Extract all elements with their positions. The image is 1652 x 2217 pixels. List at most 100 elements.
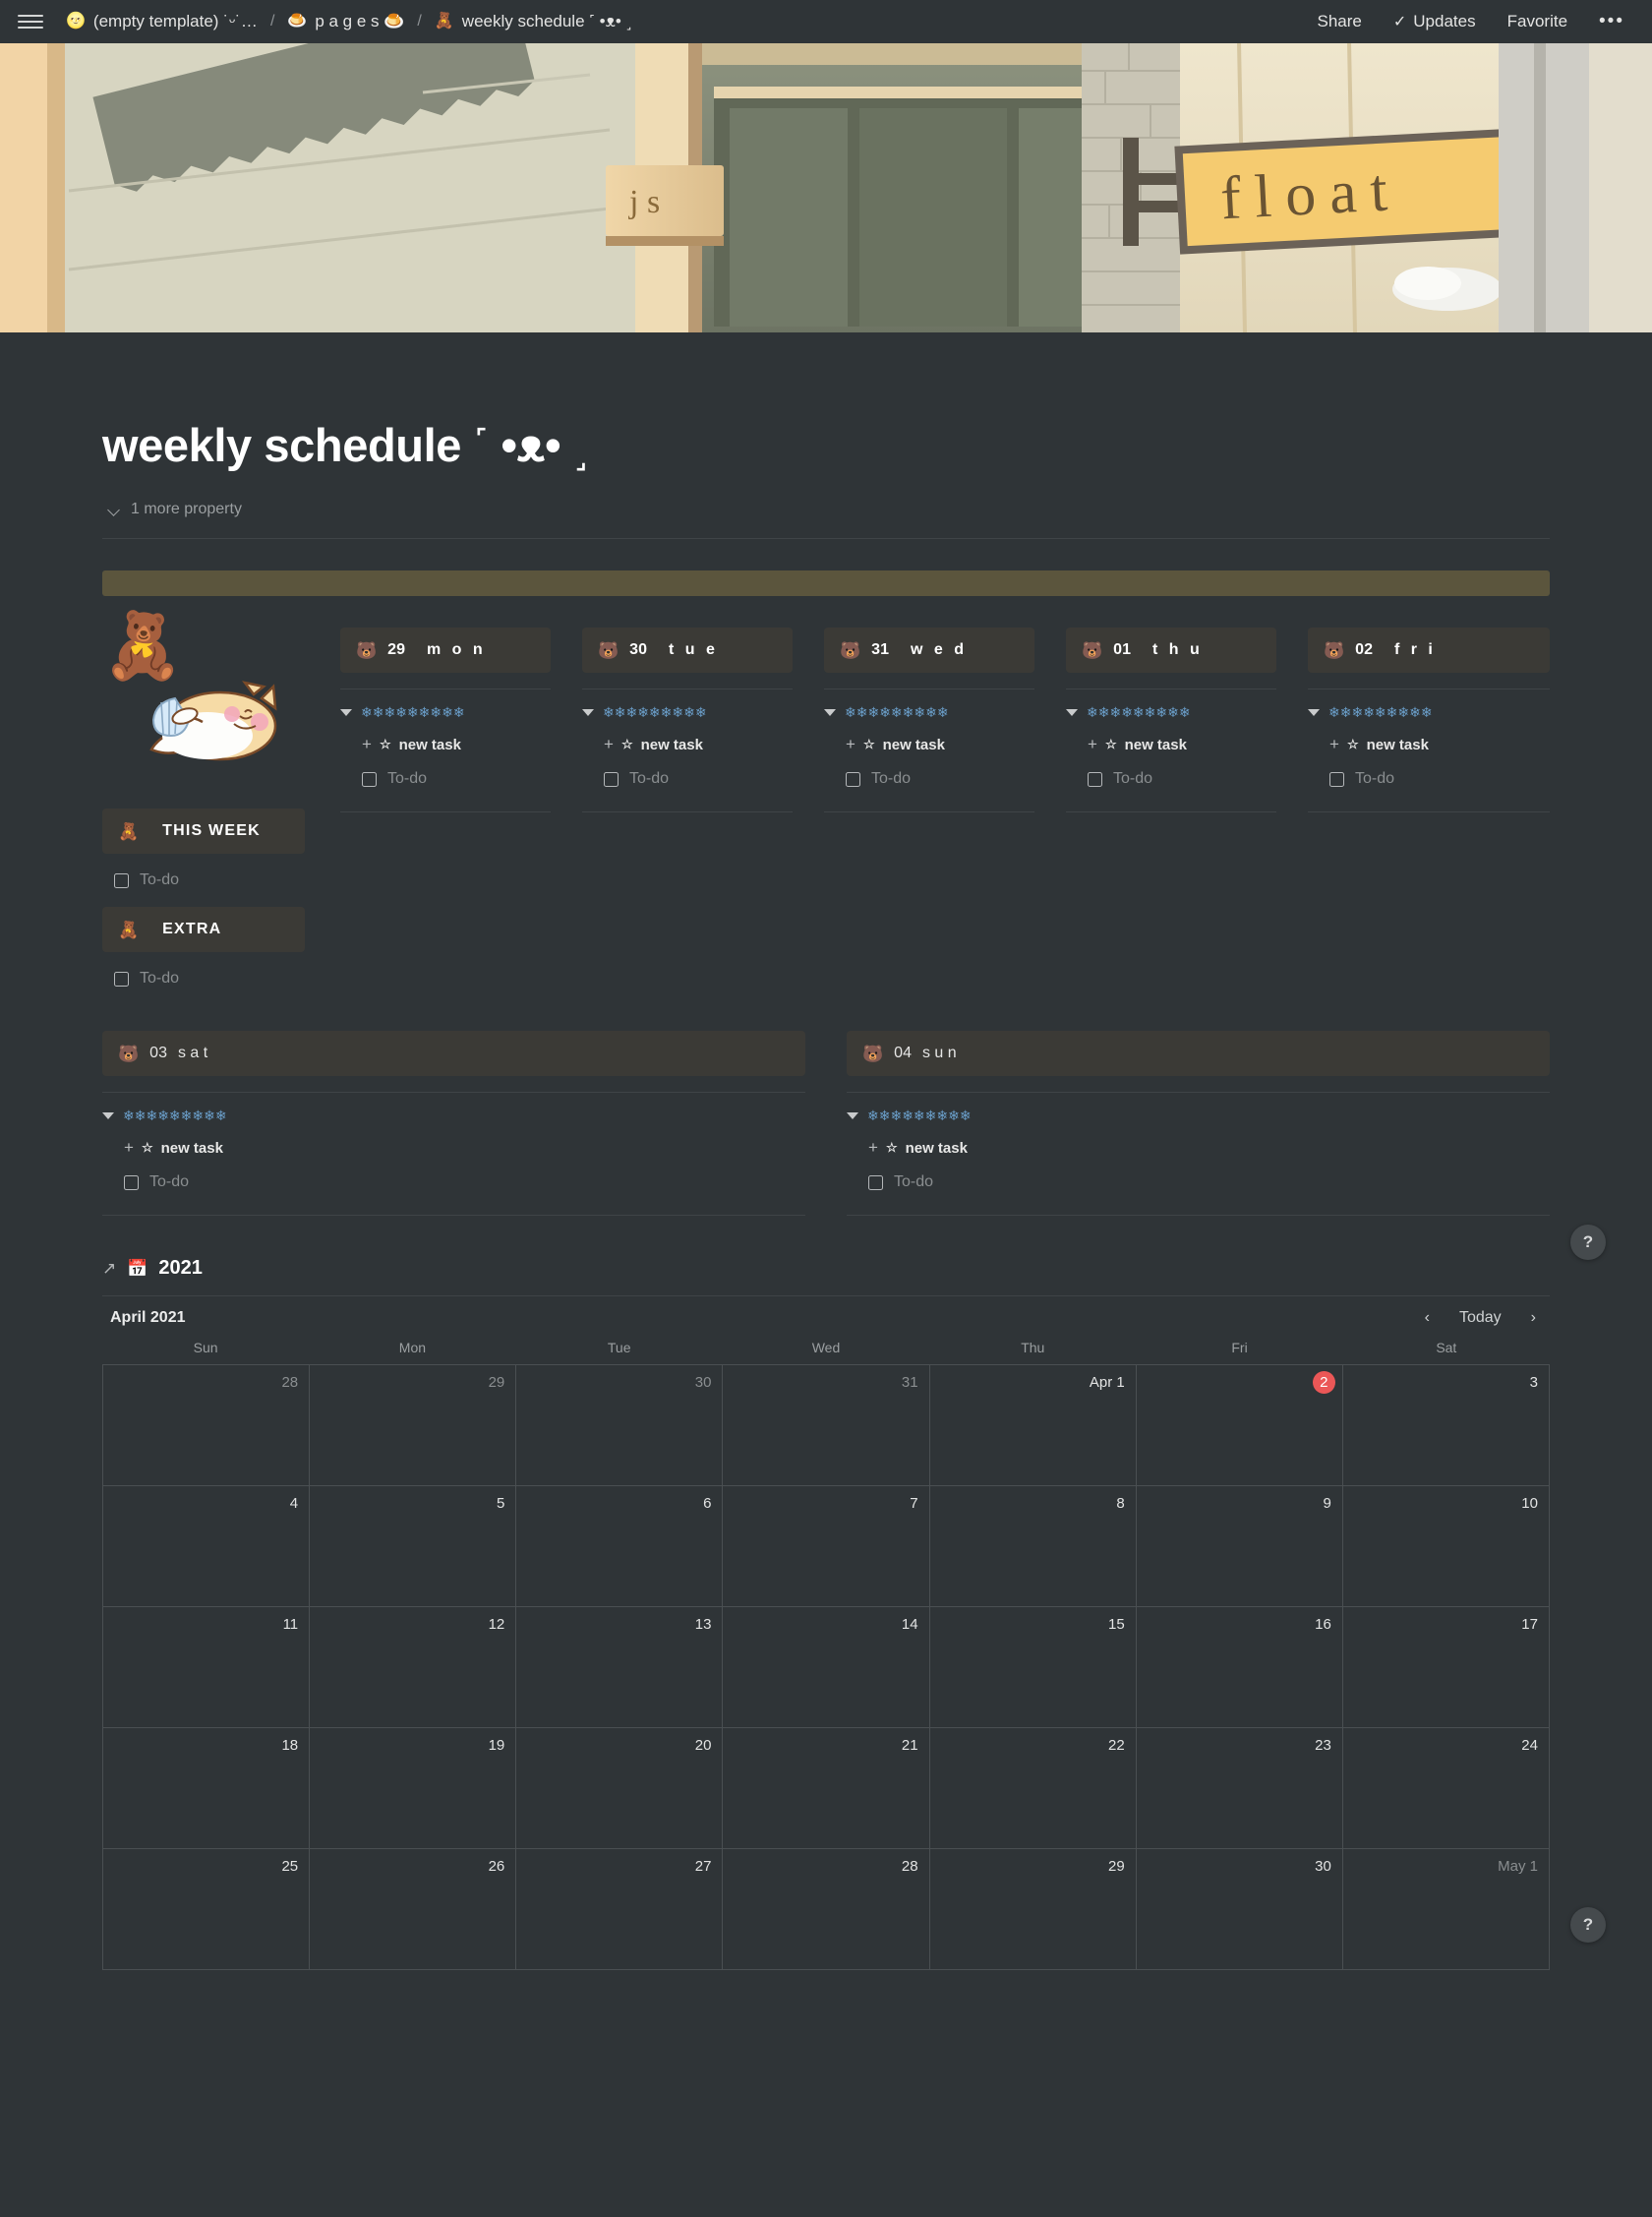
calendar-day-cell[interactable]: 8 bbox=[929, 1486, 1137, 1608]
day-header-sun[interactable]: 🐻 04 s u n bbox=[847, 1031, 1550, 1077]
section-this-week[interactable]: 🧸 THIS WEEK bbox=[102, 809, 305, 855]
triangle-toggle-icon[interactable] bbox=[824, 709, 836, 717]
breadcrumb-item-0[interactable]: 🌝 (empty template) ˙ᵕ˙… bbox=[59, 9, 265, 34]
new-task-button[interactable]: + ☆ new task bbox=[124, 1138, 805, 1158]
page-title[interactable]: weekly schedule ˹ •ᴥ• ˼ bbox=[102, 332, 1550, 472]
todo-item[interactable]: To-do bbox=[604, 770, 793, 788]
day-toggle-row[interactable]: ❄❄❄❄❄❄❄❄❄ bbox=[824, 704, 1034, 721]
todo-checkbox[interactable] bbox=[114, 971, 129, 987]
triangle-toggle-icon[interactable] bbox=[582, 709, 594, 717]
sidebar-toggle-icon[interactable] bbox=[18, 9, 43, 34]
new-task-button[interactable]: + ☆ new task bbox=[1329, 735, 1550, 754]
this-week-todo-item[interactable]: To-do bbox=[114, 871, 323, 889]
calendar-day-cell[interactable]: Apr 1 bbox=[929, 1365, 1137, 1487]
calendar-day-cell[interactable]: 28 bbox=[723, 1849, 930, 1971]
calendar-day-cell[interactable]: 7 bbox=[723, 1486, 930, 1608]
triangle-toggle-icon[interactable] bbox=[847, 1112, 858, 1120]
calendar-day-cell[interactable]: 14 bbox=[723, 1607, 930, 1729]
calendar-day-cell[interactable]: 25 bbox=[103, 1849, 311, 1971]
calendar-day-cell[interactable]: 24 bbox=[1342, 1728, 1550, 1850]
todo-item[interactable]: To-do bbox=[1088, 770, 1276, 788]
more-properties-toggle[interactable]: 1 more property bbox=[102, 497, 248, 522]
new-task-button[interactable]: + ☆ new task bbox=[362, 735, 551, 754]
day-toggle-row[interactable]: ❄❄❄❄❄❄❄❄❄ bbox=[1308, 704, 1550, 721]
calendar-day-cell[interactable]: 31 bbox=[723, 1365, 930, 1487]
triangle-toggle-icon[interactable] bbox=[102, 1112, 114, 1120]
calendar-day-cell[interactable]: 13 bbox=[516, 1607, 724, 1729]
calendar-day-cell[interactable]: 11 bbox=[103, 1607, 311, 1729]
day-header-sat[interactable]: 🐻 03 s a t bbox=[102, 1031, 805, 1077]
section-extra[interactable]: 🧸 EXTRA bbox=[102, 907, 305, 953]
help-button[interactable]: ? bbox=[1570, 1225, 1606, 1260]
calendar-today-button[interactable]: Today bbox=[1453, 1307, 1507, 1329]
todo-item[interactable]: To-do bbox=[846, 770, 1034, 788]
todo-checkbox[interactable] bbox=[868, 1174, 883, 1190]
calendar-day-cell[interactable]: 9 bbox=[1136, 1486, 1343, 1608]
day-header-tue[interactable]: 🐻 30 t u e bbox=[582, 628, 793, 674]
calendar-day-cell[interactable]: 15 bbox=[929, 1607, 1137, 1729]
calendar-prev-button[interactable]: ‹ bbox=[1419, 1307, 1436, 1329]
help-button[interactable]: ? bbox=[1570, 1907, 1606, 1944]
calendar-next-button[interactable]: › bbox=[1525, 1307, 1542, 1329]
triangle-toggle-icon[interactable] bbox=[1308, 709, 1320, 717]
share-button[interactable]: Share bbox=[1312, 9, 1368, 34]
day-header-wed[interactable]: 🐻 31 w e d bbox=[824, 628, 1034, 674]
calendar-day-cell[interactable]: 4 bbox=[103, 1486, 311, 1608]
calendar-day-cell[interactable]: 20 bbox=[516, 1728, 724, 1850]
linked-database-title[interactable]: ↗ 📅 2021 bbox=[102, 1257, 203, 1280]
day-toggle-row[interactable]: ❄❄❄❄❄❄❄❄❄ bbox=[340, 704, 551, 721]
todo-item[interactable]: To-do bbox=[124, 1173, 805, 1191]
calendar-day-cell[interactable]: 30 bbox=[1136, 1849, 1343, 1971]
calendar-day-cell[interactable]: 3 bbox=[1342, 1365, 1550, 1487]
calendar-day-cell[interactable]: 22 bbox=[929, 1728, 1137, 1850]
calendar-day-cell[interactable]: 17 bbox=[1342, 1607, 1550, 1729]
breadcrumb-item-2[interactable]: 🧸 weekly schedule ˹ •ᴥ• ˼ bbox=[428, 9, 638, 34]
calendar-day-cell[interactable]: 23 bbox=[1136, 1728, 1343, 1850]
todo-checkbox[interactable] bbox=[362, 771, 377, 787]
calendar-day-cell[interactable]: 10 bbox=[1342, 1486, 1550, 1608]
calendar-day-cell[interactable]: May 1 bbox=[1342, 1849, 1550, 1971]
calendar-day-cell[interactable]: 21 bbox=[723, 1728, 930, 1850]
triangle-toggle-icon[interactable] bbox=[340, 709, 352, 717]
calendar-day-cell[interactable]: 28 bbox=[103, 1365, 311, 1487]
calendar-day-cell[interactable]: 19 bbox=[310, 1728, 517, 1850]
page-icon[interactable]: 🧸 bbox=[102, 613, 183, 678]
day-toggle-row[interactable]: ❄❄❄❄❄❄❄❄❄ bbox=[102, 1108, 805, 1124]
calendar-day-cell[interactable]: 6 bbox=[516, 1486, 724, 1608]
todo-checkbox[interactable] bbox=[124, 1174, 139, 1190]
todo-item[interactable]: To-do bbox=[868, 1173, 1550, 1191]
new-task-button[interactable]: + ☆ new task bbox=[846, 735, 1034, 754]
new-task-button[interactable]: + ☆ new task bbox=[604, 735, 793, 754]
calendar-day-cell[interactable]: 18 bbox=[103, 1728, 311, 1850]
new-task-button[interactable]: + ☆ new task bbox=[868, 1138, 1550, 1158]
calendar-day-cell[interactable]: 29 bbox=[310, 1365, 517, 1487]
triangle-toggle-icon[interactable] bbox=[1066, 709, 1078, 717]
day-toggle-row[interactable]: ❄❄❄❄❄❄❄❄❄ bbox=[847, 1108, 1550, 1124]
todo-checkbox[interactable] bbox=[604, 771, 619, 787]
todo-item[interactable]: To-do bbox=[1329, 770, 1550, 788]
todo-checkbox[interactable] bbox=[114, 872, 129, 888]
todo-checkbox[interactable] bbox=[846, 771, 860, 787]
updates-button[interactable]: ✓ Updates bbox=[1387, 9, 1482, 34]
more-options-button[interactable]: ••• bbox=[1593, 12, 1630, 30]
day-header-mon[interactable]: 🐻 29 m o n bbox=[340, 628, 551, 674]
day-header-thu[interactable]: 🐻 01 t h u bbox=[1066, 628, 1276, 674]
callout-block[interactable] bbox=[102, 570, 1550, 597]
calendar-day-cell[interactable]: 30 bbox=[516, 1365, 724, 1487]
day-toggle-row[interactable]: ❄❄❄❄❄❄❄❄❄ bbox=[1066, 704, 1276, 721]
day-header-fri[interactable]: 🐻 02 f r i bbox=[1308, 628, 1550, 674]
calendar-day-cell[interactable]: 29 bbox=[929, 1849, 1137, 1971]
extra-todo-item[interactable]: To-do bbox=[114, 970, 323, 988]
calendar-day-cell[interactable]: 16 bbox=[1136, 1607, 1343, 1729]
calendar-day-cell[interactable]: 12 bbox=[310, 1607, 517, 1729]
cover-image[interactable]: j s float bbox=[0, 43, 1652, 332]
calendar-day-cell[interactable]: 5 bbox=[310, 1486, 517, 1608]
breadcrumb-item-1[interactable]: 🍮 p a g e s 🍮 bbox=[280, 9, 411, 34]
day-toggle-row[interactable]: ❄❄❄❄❄❄❄❄❄ bbox=[582, 704, 793, 721]
calendar-day-cell[interactable]: 27 bbox=[516, 1849, 724, 1971]
todo-checkbox[interactable] bbox=[1329, 771, 1344, 787]
todo-checkbox[interactable] bbox=[1088, 771, 1102, 787]
calendar-day-cell[interactable]: 26 bbox=[310, 1849, 517, 1971]
new-task-button[interactable]: + ☆ new task bbox=[1088, 735, 1276, 754]
calendar-day-cell[interactable]: 2 bbox=[1136, 1365, 1343, 1487]
